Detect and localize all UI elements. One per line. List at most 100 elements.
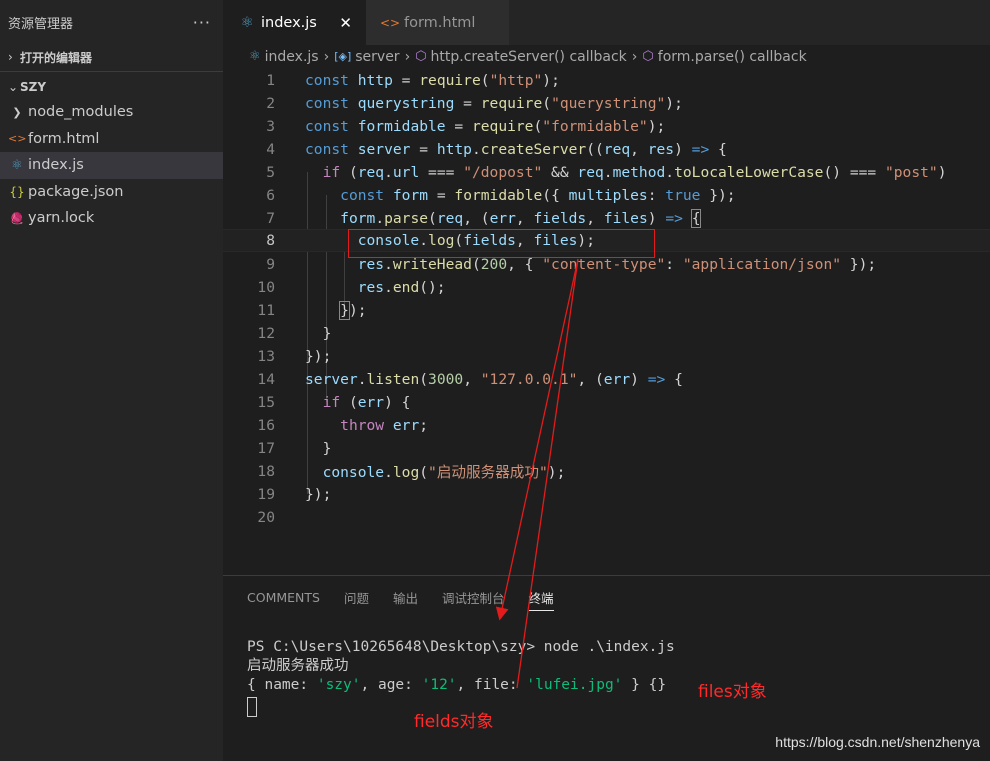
explorer-sidebar: 资源管理器 ··· › 打开的编辑器 ⌄ SZY ❯ node_modules … [0,0,223,761]
tab-debug-console[interactable]: 调试控制台 [442,588,505,607]
tab-problems[interactable]: 问题 [344,588,369,607]
credit-watermark: https://blog.csdn.net/shenzhenya [775,734,980,750]
tab-comments[interactable]: COMMENTS [247,590,320,605]
open-editors-section[interactable]: › 打开的编辑器 [0,45,223,69]
method-cube-icon: ⬡ [642,49,654,64]
code-line: 5 if (req.url === "/dopost" && req.metho… [223,161,990,184]
line-number: 8 [266,232,275,249]
tree-item-package-json[interactable]: {} package.json [0,179,223,206]
code-line: 13}); [223,345,990,368]
code-text: res.end(); [357,279,446,296]
react-file-icon: ⚛ [240,14,254,31]
line-number: 18 [257,463,275,480]
code-text: server.listen(3000, "127.0.0.1", (err) =… [305,371,683,388]
code-line: 2 const querystring = require("querystrin… [223,92,990,115]
line-number: 20 [257,509,275,526]
code-text: const server = http.createServer((req, r… [305,141,727,158]
code-text: }); [305,486,332,503]
tab-form-html[interactable]: <> form.html [366,0,509,45]
tree-item-yarn-lock[interactable]: 🧶 yarn.lock [0,205,223,232]
tab-terminal[interactable]: 终端 [528,588,554,611]
tree-item-form-html[interactable]: <> form.html [0,126,223,153]
code-line: 16 throw err; [223,414,990,437]
annotation-highlight-box [348,229,655,258]
terminal-string: '12' [421,677,457,693]
code-text: } [305,440,332,457]
line-number: 12 [257,325,275,342]
code-line: 17 } [223,437,990,460]
tree-item-label: form.html [28,130,100,147]
panel-tabs: COMMENTS 问题 输出 调试控制台 终端 [223,576,990,618]
tree-item-label: yarn.lock [28,210,95,227]
editor-tabs: ⚛ index.js ✕ <> form.html [223,0,990,45]
terminal-output[interactable]: PS C:\Users\10265648\Desktop\szy> node .… [247,638,675,717]
breadcrumb-item[interactable]: server [355,49,399,65]
terminal-cursor [247,697,257,717]
code-line: 3 const formidable = require("formidable"… [223,115,990,138]
open-editors-label: 打开的编辑器 [20,50,93,65]
breadcrumb: ⚛ index.js › [◈] server › ⬡ http.createS… [223,45,990,68]
tree-item-label: package.json [28,183,124,200]
tab-label: index.js [261,14,317,31]
code-text: const http = require("http"); [305,72,560,89]
code-text: if (req.url === "/dopost" && req.method.… [322,164,947,181]
code-line: 18 console.log("启动服务器成功"); [223,460,990,483]
tree-item-label: node_modules [28,104,134,121]
explorer-header: 资源管理器 ··· [0,0,223,45]
tab-label: form.html [404,14,476,31]
variable-icon: [◈] [334,50,352,63]
code-text: throw err; [340,417,429,434]
tree-item-node-modules[interactable]: ❯ node_modules [0,99,223,126]
line-number: 10 [257,279,275,296]
breadcrumb-item[interactable]: form.parse() callback [658,49,807,65]
code-editor[interactable]: 1 const http = require("http"); 2 const qu… [223,68,990,575]
code-line: 6 const form = formidable({ multiples: t… [223,184,990,207]
line-number: 2 [266,95,275,112]
code-text: const formidable = require("formidable")… [305,118,666,135]
json-file-icon: {} [9,184,25,199]
code-text: const querystring = require("querystring… [305,95,683,112]
chevron-down-icon: ⌄ [8,80,19,94]
code-line: 1 const http = require("http"); [223,69,990,92]
code-text: } [305,325,332,342]
chevron-right-icon: ❯ [12,105,22,119]
tree-item-index-js[interactable]: ⚛ index.js [0,152,223,179]
tab-index-js[interactable]: ⚛ index.js ✕ [223,0,366,45]
line-number: 19 [257,486,275,503]
chevron-right-icon: › [8,50,13,64]
code-line: 4 const server = http.createServer((req, … [223,138,990,161]
close-icon[interactable]: ✕ [339,14,352,32]
terminal-string: 'lufei.jpg' [526,677,623,693]
terminal-text: { name: [247,677,317,693]
react-file-icon: ⚛ [249,49,261,64]
line-number: 16 [257,417,275,434]
terminal-text: } {} [622,677,667,693]
line-number: 14 [257,371,275,388]
more-actions-icon[interactable]: ··· [193,13,211,32]
html-file-icon: <> [380,15,401,30]
chevron-right-icon: › [323,48,330,65]
method-cube-icon: ⬡ [415,49,427,64]
code-text: console.log("启动服务器成功"); [322,464,566,481]
terminal-output-line: 启动服务器成功 [247,658,349,674]
line-number: 15 [257,394,275,411]
terminal-string: 'szy' [316,677,361,693]
code-text: if (err) { [322,394,411,411]
workspace-section[interactable]: ⌄ SZY [0,75,223,99]
code-text: form.parse(req, (err, fields, files) => … [340,209,702,228]
line-number: 17 [257,440,275,457]
section-divider [0,71,223,72]
html-file-icon: <> [8,132,27,146]
line-number: 5 [266,164,275,181]
tree-item-label: index.js [28,157,84,174]
explorer-title: 资源管理器 [8,17,74,32]
tab-output[interactable]: 输出 [393,588,418,607]
code-text: res.writeHead(200, { "content-type": "ap… [357,256,877,273]
line-number: 4 [266,141,275,158]
code-line: 12 } [223,322,990,345]
terminal-text: , age: [360,677,422,693]
breadcrumb-item[interactable]: index.js [265,49,319,65]
code-text: }); [339,301,367,320]
breadcrumb-item[interactable]: http.createServer() callback [431,49,627,65]
workspace-label: SZY [20,80,47,94]
